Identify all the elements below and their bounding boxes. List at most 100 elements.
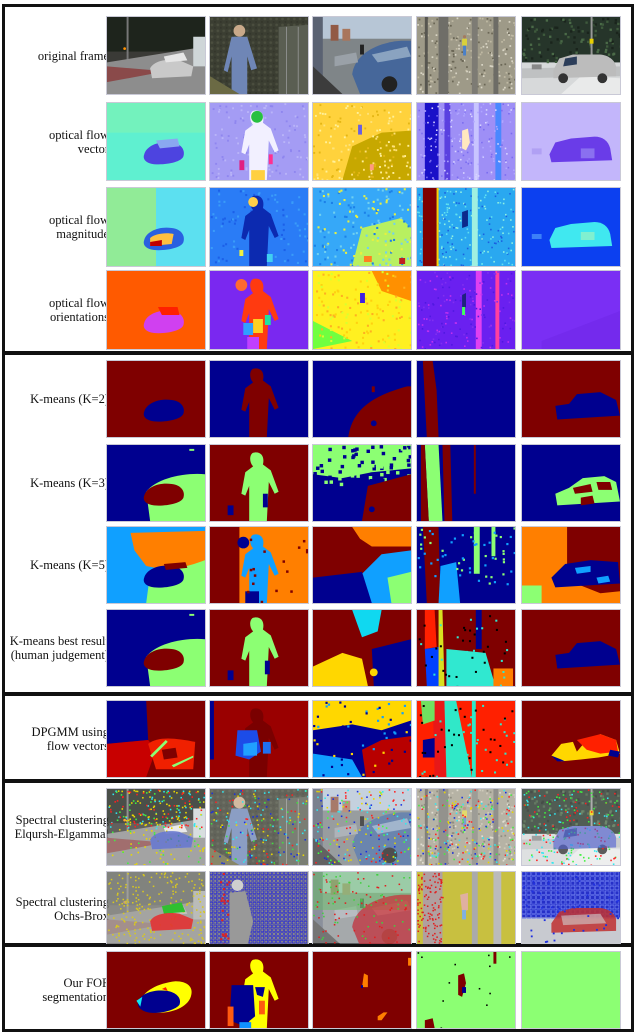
panel-image-dp-1: [107, 701, 205, 777]
panel-fof-4: [416, 951, 516, 1029]
panel-image-ori-4: [417, 271, 515, 349]
row-spectral-ee: Spectral clustering Elqursh-Elgammal: [5, 788, 631, 866]
panel-k3-3: [312, 444, 412, 522]
panel-image-ob-2: [210, 872, 308, 946]
panel-flowvec-4: [416, 102, 516, 181]
row-label: Spectral clustering Ochs-Brox: [5, 871, 109, 947]
panel-image-kb-5: [522, 610, 620, 686]
figure: original frame optical flow vector optical …: [0, 0, 640, 1036]
panel-image-photo-suv: [522, 17, 620, 94]
row-label-line: (human judgement): [10, 648, 109, 662]
panel-fof-5: [521, 951, 621, 1029]
panel-image-k2-2: [210, 361, 308, 437]
panel-k3-4: [416, 444, 516, 522]
panel-image-kb-1: [107, 610, 205, 686]
row-k2: K-means (K=2): [5, 360, 631, 438]
panel-image-ee-3: [313, 789, 411, 865]
panel-k3-5: [521, 444, 621, 522]
panel-photo-suv: [521, 16, 621, 95]
section-optical-flow: original frame optical flow vector optical …: [2, 4, 634, 354]
row-dpgmm: DPGMM using flow vectors: [5, 700, 631, 778]
panel-image-fof-3: [313, 952, 411, 1028]
panel-image-k2-5: [522, 361, 620, 437]
row-spectral-ob: Spectral clustering Ochs-Brox: [5, 871, 631, 947]
row-fof: Our FOF segmentation: [5, 951, 631, 1029]
panel-flowvec-1: [106, 102, 206, 181]
row-flow-orientation: optical flow orientations: [5, 270, 631, 350]
panel-mag-4: [416, 187, 516, 267]
panel-ori-4: [416, 270, 516, 350]
panel-image-mag-3: [313, 188, 411, 266]
panel-image-mag-4: [417, 188, 515, 266]
row-label-line: Spectral clustering: [15, 895, 109, 909]
panel-k5-3: [312, 526, 412, 604]
panel-image-k5-5: [522, 527, 620, 603]
panel-image-flowvec-1: [107, 103, 205, 180]
panel-image-fof-2: [210, 952, 308, 1028]
panel-k5-4: [416, 526, 516, 604]
panel-image-fof-5: [522, 952, 620, 1028]
panel-k3-1: [106, 444, 206, 522]
panel-image-ob-3: [313, 872, 411, 946]
panel-image-ee-1: [107, 789, 205, 865]
row-label-line: Ochs-Brox: [54, 909, 109, 923]
panel-image-mag-2: [210, 188, 308, 266]
panel-image-k3-5: [522, 445, 620, 521]
row-label-line: DPGMM using: [31, 725, 109, 739]
row-label: Our FOF segmentation: [5, 951, 109, 1029]
panel-ori-1: [106, 270, 206, 350]
panel-image-ob-5: [522, 872, 620, 946]
panel-dp-1: [106, 700, 206, 778]
section-fof: Our FOF segmentation: [2, 944, 634, 1032]
panel-flowvec-3: [312, 102, 412, 181]
panel-image-flowvec-3: [313, 103, 411, 180]
row-label: K-means best result (human judgement): [5, 609, 109, 687]
panel-ee-2: [209, 788, 309, 866]
panel-fof-1: [106, 951, 206, 1029]
panel-image-dp-5: [522, 701, 620, 777]
panel-ori-5: [521, 270, 621, 350]
panel-kb-1: [106, 609, 206, 687]
panel-image-k3-4: [417, 445, 515, 521]
row-k5: K-means (K=5): [5, 526, 631, 604]
panel-image-mag-5: [522, 188, 620, 266]
panel-kb-2: [209, 609, 309, 687]
panel-image-dp-2: [210, 701, 308, 777]
panel-ee-4: [416, 788, 516, 866]
panel-image-flowvec-2: [210, 103, 308, 180]
row-label: K-means (K=5): [5, 526, 109, 604]
panel-k2-1: [106, 360, 206, 438]
panel-image-ob-1: [107, 872, 205, 946]
row-label: DPGMM using flow vectors: [5, 700, 109, 778]
panel-ee-3: [312, 788, 412, 866]
row-label: K-means (K=3): [5, 444, 109, 522]
row-kbest: K-means best result (human judgement): [5, 609, 631, 687]
row-label-line: flow vectors: [46, 739, 109, 753]
panel-dp-5: [521, 700, 621, 778]
row-label-line: K-means best result: [9, 634, 109, 648]
row-label-line: segmentation: [42, 990, 109, 1004]
panel-image-k2-3: [313, 361, 411, 437]
panel-dp-2: [209, 700, 309, 778]
panel-k2-3: [312, 360, 412, 438]
panel-k5-1: [106, 526, 206, 604]
row-label-line: K-means (K=2): [30, 392, 109, 406]
panel-ee-1: [106, 788, 206, 866]
section-spectral: Spectral clustering Elqursh-Elgammal Spect…: [2, 780, 634, 947]
row-label-line: magnitude: [56, 227, 109, 241]
panel-image-k5-1: [107, 527, 205, 603]
row-label-line: optical flow: [48, 213, 109, 227]
row-label-line: K-means (K=3): [30, 476, 109, 490]
row-flow-magnitude: optical flow magnitude: [5, 187, 631, 267]
panel-photo-car: [106, 16, 206, 95]
row-label-line: vector: [77, 141, 109, 156]
section-kmeans: K-means (K=2) K-means (K=3) K-means (K=5) K…: [2, 352, 634, 695]
row-original: original frame: [5, 16, 631, 95]
panel-image-ori-5: [522, 271, 620, 349]
panel-k5-2: [209, 526, 309, 604]
panel-fof-3: [312, 951, 412, 1029]
panel-ob-3: [312, 871, 412, 947]
panel-image-photo-parked: [313, 17, 411, 94]
row-label: optical flow magnitude: [5, 187, 109, 267]
panel-image-k5-3: [313, 527, 411, 603]
